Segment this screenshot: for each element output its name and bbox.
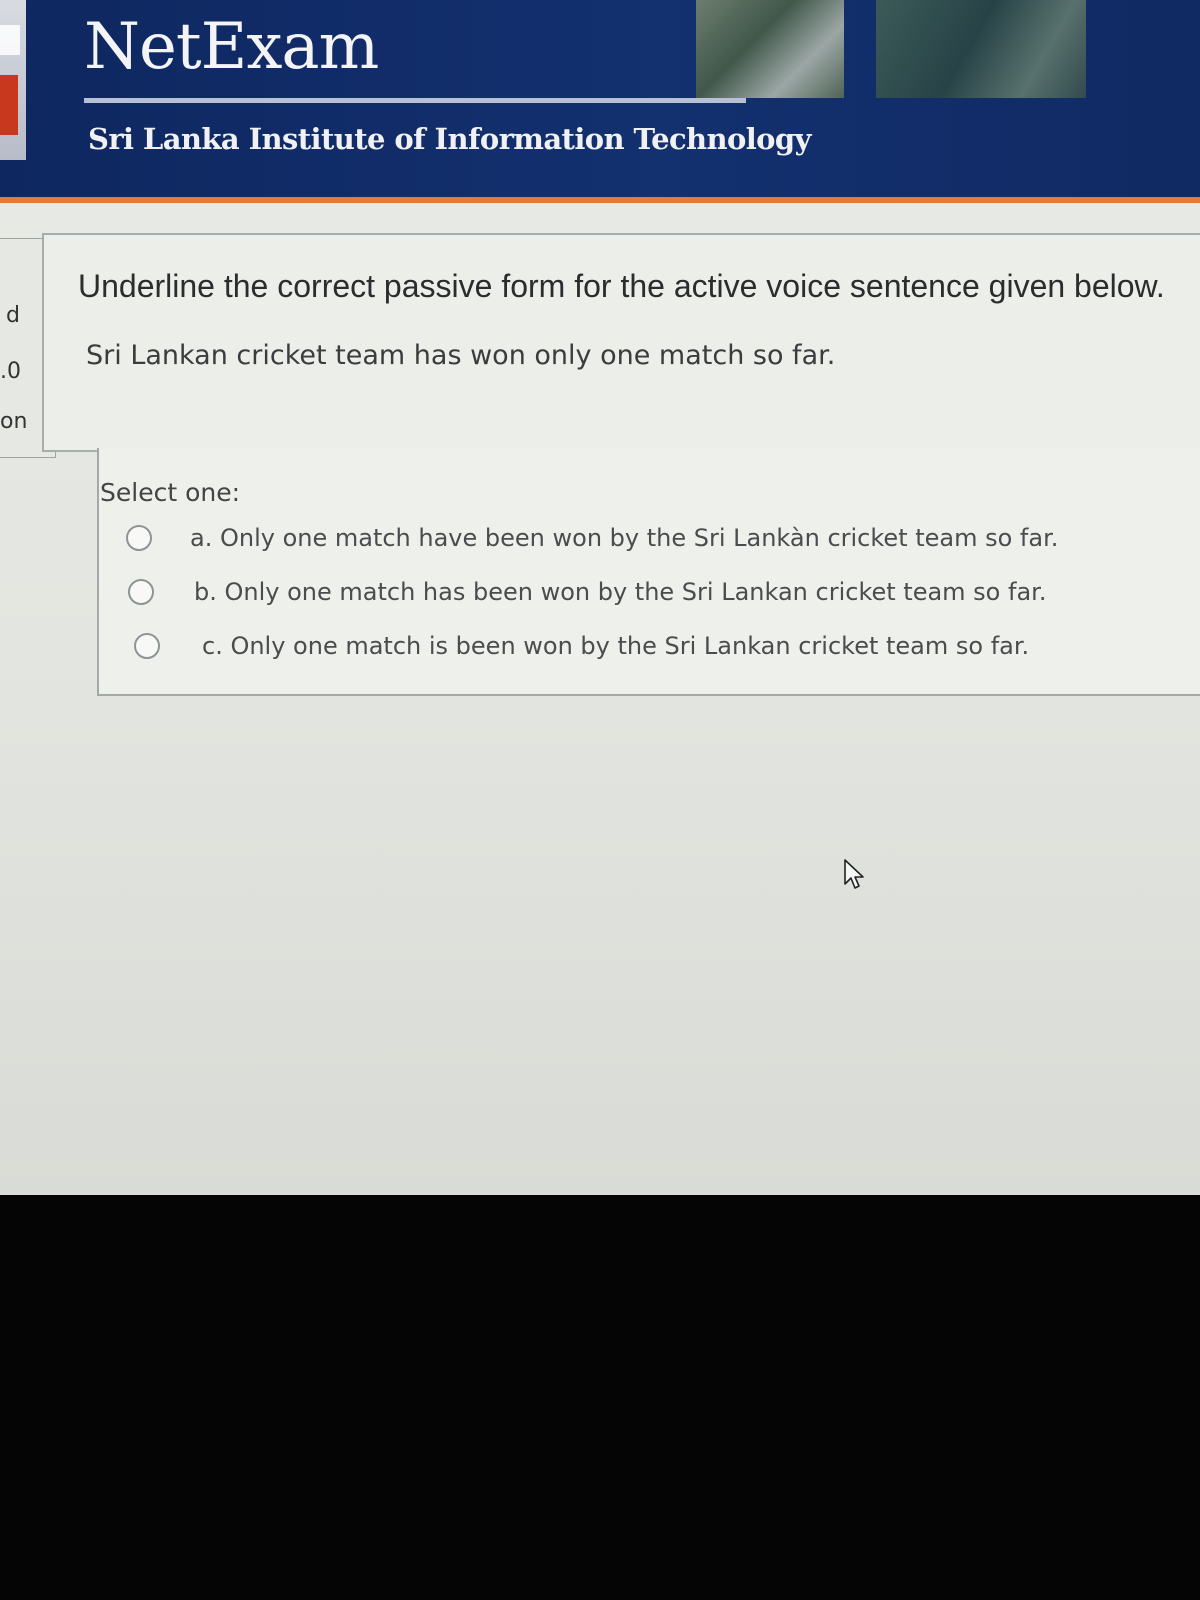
answer-option-label: c. Only one match is been won by the Sri… [202, 632, 1030, 660]
header-photo [696, 0, 844, 98]
answer-option-c[interactable]: c. Only one match is been won by the Sri… [134, 626, 1029, 666]
brand-divider [84, 98, 746, 103]
question-sentence: Sri Lankan cricket team has won only one… [86, 340, 836, 371]
brand-title: NetExam [84, 10, 379, 84]
logo-top-shape [0, 25, 20, 55]
select-one-label: Select one: [100, 478, 241, 507]
logo-mark-shape [0, 75, 18, 135]
radio-button[interactable] [128, 579, 154, 605]
site-header: NetExam Sri Lanka Institute of Informati… [0, 0, 1200, 200]
info-fragment: .0 [0, 359, 21, 384]
answer-option-label: b. Only one match has been won by the Sr… [194, 578, 1047, 606]
answer-option-a[interactable]: a. Only one match have been won by the S… [126, 518, 1058, 558]
radio-button[interactable] [134, 633, 160, 659]
institute-name: Sri Lanka Institute of Information Techn… [88, 122, 811, 156]
sliit-logo-icon [0, 0, 26, 160]
header-photo [876, 0, 1086, 98]
answer-option-b[interactable]: b. Only one match has been won by the Sr… [128, 572, 1046, 612]
exam-screen: NetExam Sri Lanka Institute of Informati… [0, 0, 1200, 1195]
radio-button[interactable] [126, 525, 152, 551]
info-fragment: d [6, 303, 20, 328]
mouse-pointer-icon [844, 859, 864, 889]
info-fragment: on [0, 409, 28, 434]
question-instruction: Underline the correct passive form for t… [78, 268, 1165, 304]
header-accent-bar [0, 197, 1200, 203]
answer-option-label: a. Only one match have been won by the S… [190, 524, 1059, 552]
